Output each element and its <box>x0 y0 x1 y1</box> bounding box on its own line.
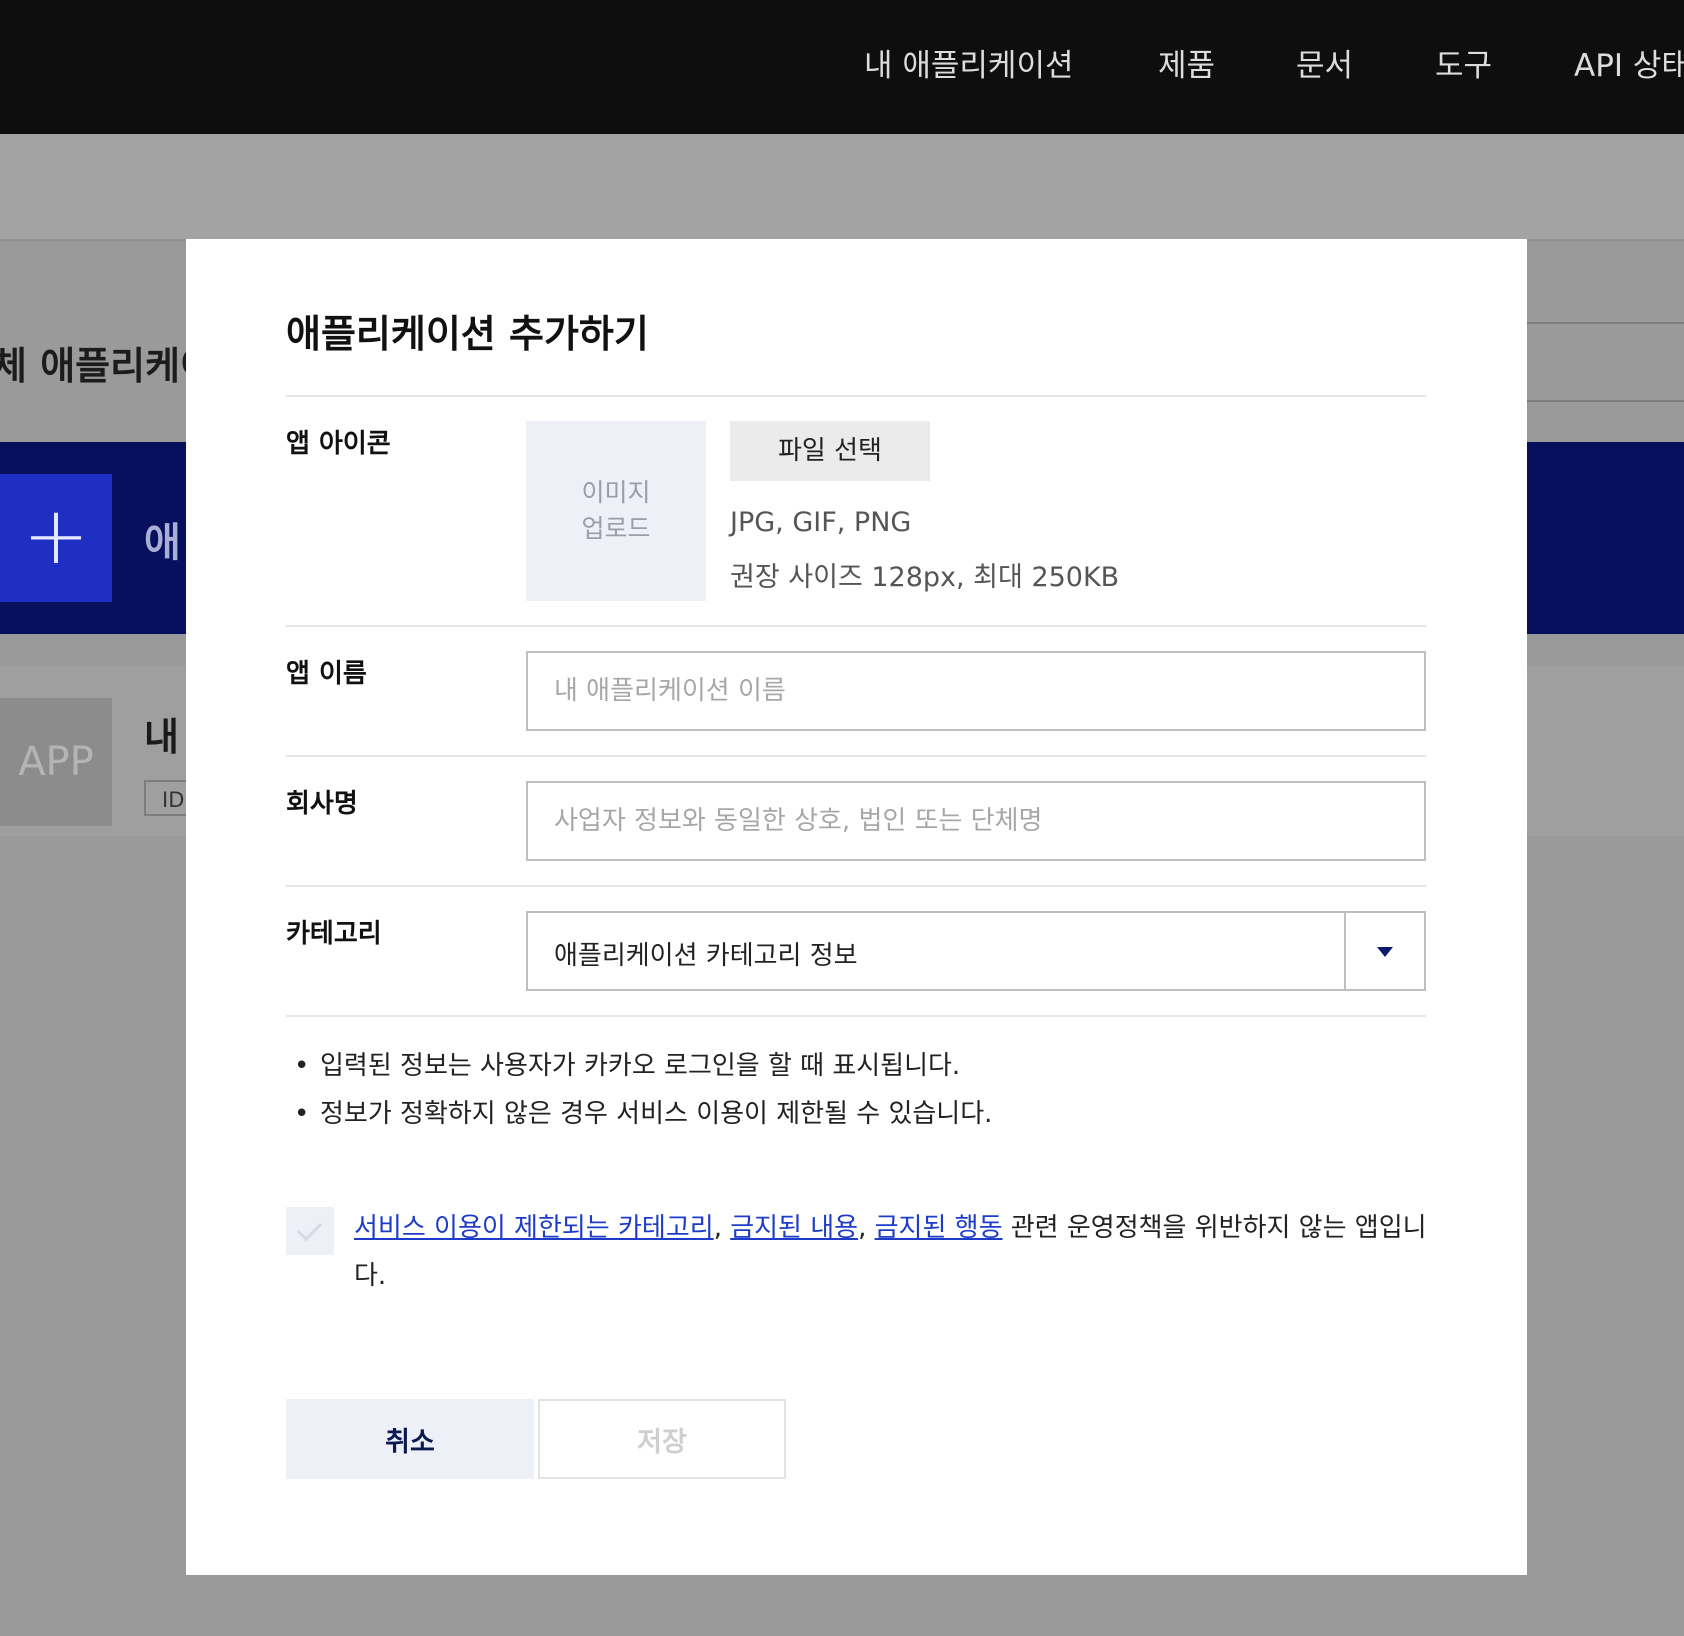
background-divider <box>1526 400 1684 402</box>
choose-file-button[interactable]: 파일 선택 <box>730 421 930 481</box>
add-application-modal: 애플리케이션 추가하기 앱 아이콘 이미지 업로드 파일 선택 JPG, GIF… <box>186 239 1527 1575</box>
background-app-name: 내 <box>144 715 179 759</box>
company-name-label: 회사명 <box>286 789 358 819</box>
icon-size-hint: 권장 사이즈 128px, 최대 250KB <box>730 562 1120 593</box>
icon-format-hint: JPG, GIF, PNG <box>730 507 912 538</box>
prohibited-behavior-link[interactable]: 금지된 행동 <box>875 1213 1003 1243</box>
chevron-down-icon[interactable] <box>1344 913 1424 989</box>
divider <box>286 395 1426 397</box>
app-name-label: 앱 이름 <box>286 659 367 689</box>
bullet-icon: • <box>294 1099 310 1129</box>
save-button[interactable]: 저장 <box>538 1399 786 1479</box>
background-page-heading: 체 애플리케이 <box>0 344 215 388</box>
policy-agreement-text: 서비스 이용이 제한되는 카테고리, 금지된 내용, 금지된 행동 관련 운영정… <box>354 1213 1427 1291</box>
prohibited-content-link[interactable]: 금지된 내용 <box>730 1213 858 1243</box>
modal-title: 애플리케이션 추가하기 <box>286 312 649 356</box>
upload-text-line1: 이미지 <box>581 478 651 507</box>
divider <box>286 755 1426 757</box>
category-label: 카테고리 <box>286 919 382 949</box>
nav-item-my-apps[interactable]: 내 애플리케이션 <box>864 40 1074 85</box>
category-select[interactable]: 애플리케이션 카테고리 정보 <box>526 911 1426 991</box>
background-app-icon: APP <box>0 698 112 826</box>
nav-item-tools[interactable]: 도구 <box>1435 40 1492 85</box>
info-note: • 정보가 정확하지 않은 경우 서비스 이용이 제한될 수 있습니다. <box>286 1093 992 1130</box>
info-note: • 입력된 정보는 사용자가 카카오 로그인을 할 때 표시됩니다. <box>286 1045 960 1082</box>
company-name-input[interactable] <box>526 781 1426 861</box>
app-icon-label: 앱 아이콘 <box>286 429 391 459</box>
category-selected-value: 애플리케이션 카테고리 정보 <box>554 941 858 971</box>
bullet-icon: • <box>294 1051 310 1081</box>
top-navigation: 내 애플리케이션 제품 문서 도구 API 상태 <box>0 0 1684 134</box>
background-divider <box>1526 322 1684 324</box>
background-subheader <box>0 134 1684 241</box>
plus-icon: + <box>0 474 112 602</box>
nav-item-api-status[interactable]: API 상태 <box>1574 40 1684 85</box>
divider <box>286 1015 1426 1017</box>
background-banner-text: 애 <box>144 520 181 566</box>
divider <box>286 625 1426 627</box>
cancel-button[interactable]: 취소 <box>286 1399 534 1479</box>
divider <box>286 885 1426 887</box>
upload-text-line2: 업로드 <box>581 514 651 543</box>
app-name-input[interactable] <box>526 651 1426 731</box>
restricted-category-link[interactable]: 서비스 이용이 제한되는 카테고리 <box>354 1213 714 1243</box>
nav-item-docs[interactable]: 문서 <box>1296 40 1353 85</box>
policy-agreement-checkbox[interactable] <box>286 1207 334 1255</box>
image-upload-area[interactable]: 이미지 업로드 <box>526 421 706 601</box>
nav-item-products[interactable]: 제품 <box>1158 40 1215 85</box>
